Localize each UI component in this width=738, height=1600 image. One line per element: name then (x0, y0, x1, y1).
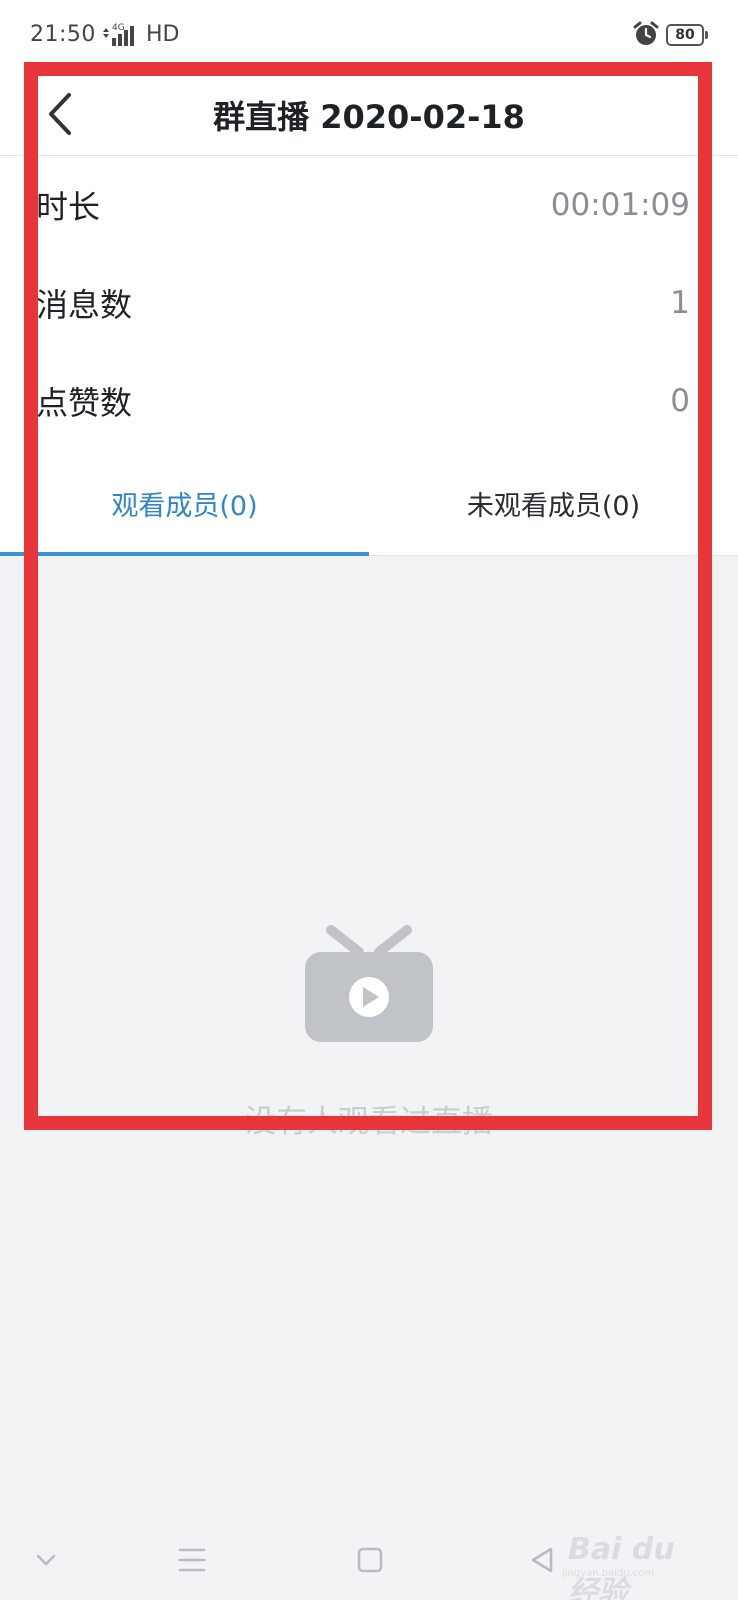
network-type-label: 4G (112, 23, 125, 33)
home-button[interactable] (348, 1538, 392, 1582)
tv-play-icon (305, 925, 433, 1042)
tab-watched-members[interactable]: 观看成员(0) (0, 450, 369, 556)
chevron-left-icon (49, 93, 71, 135)
signal-icon: 4G (103, 23, 134, 46)
stat-row-messages: 消息数 1 (0, 254, 738, 352)
stat-value: 0 (670, 383, 690, 419)
watermark-sub: jingyan.baidu.com (562, 1568, 655, 1579)
page-title: 群直播 2020-02-18 (213, 98, 525, 136)
hd-label: HD (146, 22, 180, 47)
back-button[interactable] (40, 84, 80, 144)
battery-level: 80 (666, 24, 704, 46)
baidu-watermark: Bai du 经验 jingyan.baidu.com (558, 1528, 708, 1600)
status-bar: 21:50 4G HD 80 (0, 0, 738, 74)
chevron-down-icon (36, 1554, 56, 1566)
header: 群直播 2020-02-18 (0, 74, 738, 156)
tab-unwatched-members[interactable]: 未观看成员(0) (369, 450, 738, 556)
stat-row-likes: 点赞数 0 (0, 352, 738, 450)
alarm-icon (633, 21, 659, 45)
status-time: 21:50 (30, 22, 96, 47)
stat-row-duration: 时长 00:01:09 (0, 156, 738, 254)
member-tabs: 观看成员(0) 未观看成员(0) (0, 450, 738, 556)
stat-value: 00:01:09 (550, 187, 690, 223)
stats-list: 时长 00:01:09 消息数 1 点赞数 0 (0, 156, 738, 450)
battery-icon: 80 (666, 24, 708, 46)
collapse-button[interactable] (24, 1538, 68, 1582)
stat-label: 消息数 (36, 286, 133, 324)
stat-label: 点赞数 (36, 384, 133, 422)
menu-icon (178, 1548, 206, 1572)
stat-value: 1 (670, 285, 690, 321)
empty-state-text: 没有人观看过直播 (245, 1104, 493, 1140)
menu-button[interactable] (170, 1538, 214, 1582)
home-square-icon (357, 1547, 383, 1573)
stat-label: 时长 (36, 188, 101, 226)
battery-tip (705, 31, 708, 39)
back-triangle-icon (531, 1547, 553, 1573)
watermark-text: Bai du 经验 (568, 1532, 675, 1600)
empty-state: 没有人观看过直播 (0, 556, 738, 1140)
